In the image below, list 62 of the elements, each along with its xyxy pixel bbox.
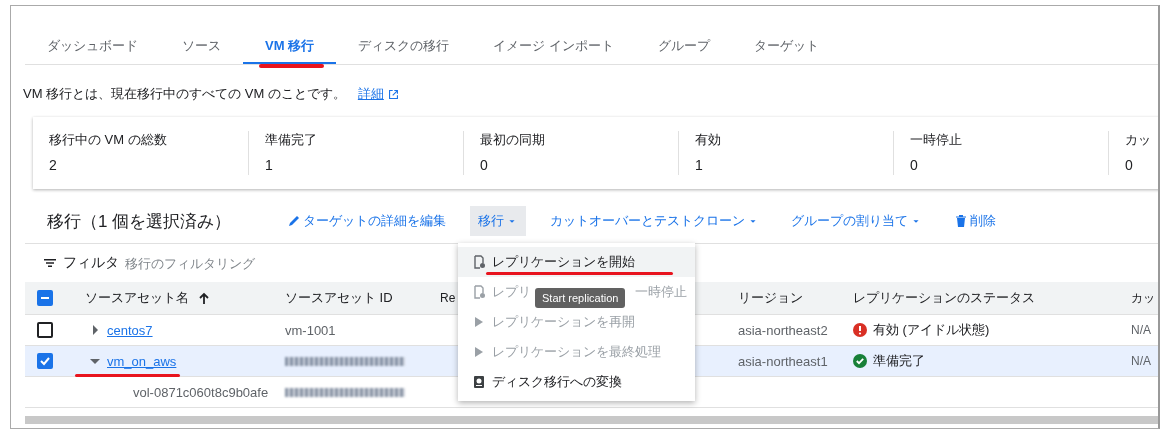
tab[interactable]: グループ (635, 30, 732, 64)
column-header[interactable]: ソースアセット名 (85, 289, 189, 307)
pencil-icon (287, 214, 302, 228)
dropdown-button[interactable]: カットオーバーとテストクローン (542, 206, 768, 236)
column-header[interactable]: レプリケーションのステータス (853, 289, 1035, 307)
stat-label: カッ (1125, 131, 1152, 149)
horizontal-scrollbar[interactable] (25, 416, 1158, 424)
tooltip: Start replication (535, 288, 626, 308)
checkbox[interactable] (37, 290, 53, 306)
column-header[interactable]: Re (440, 291, 456, 305)
table-cell: N/A (1131, 323, 1151, 337)
tab[interactable]: ターゲット (731, 30, 841, 64)
table-cell: vm-1001 (285, 322, 336, 338)
stat-label: 準備完了 (265, 131, 318, 149)
status-text: 有効 (アイドル状態) (873, 321, 990, 339)
table-cell: N/A (1131, 354, 1151, 368)
stat-label: 有効 (695, 131, 722, 149)
error-icon (853, 323, 867, 337)
sort-arrow-icon[interactable] (197, 291, 211, 305)
details-link[interactable]: 詳細 (357, 85, 399, 103)
tab[interactable]: ディスクの移行 (336, 30, 472, 64)
document-icon (472, 285, 486, 299)
filter-icon[interactable] (43, 256, 57, 270)
stat-value: 1 (695, 157, 704, 173)
document-icon (472, 255, 486, 269)
trash-icon (954, 214, 969, 228)
action-button[interactable]: ターゲットの詳細を編集 (279, 206, 455, 236)
column-header[interactable]: リージョン (738, 289, 803, 307)
check-circle-icon (853, 354, 867, 368)
menu-item[interactable]: レプリケーションを開始 (458, 247, 695, 277)
tab[interactable]: VM 移行 (243, 30, 337, 64)
asset-link[interactable]: vm_on_aws (107, 353, 177, 369)
checkbox[interactable] (37, 322, 53, 338)
filter-label: フィルタ (63, 254, 119, 272)
section-title: 移行（1 個を選択済み） (46, 210, 233, 233)
action-button[interactable]: 削除 (946, 206, 1005, 236)
stat-value: 1 (265, 157, 274, 173)
tab[interactable]: イメージ インポート (471, 30, 636, 64)
menu-item[interactable]: ディスク移行への変換 (458, 367, 695, 397)
checkmark-icon (39, 355, 51, 367)
table-cell: asia-northeast2 (738, 322, 828, 338)
stat-value: 0 (480, 157, 489, 173)
stat-value: 2 (49, 157, 58, 173)
table-cell: vol-0871c060t8c9b0afe (133, 384, 269, 400)
tab[interactable]: ソース (160, 30, 243, 64)
external-link-icon (387, 88, 399, 100)
dropdown-button[interactable]: 移行 (470, 206, 527, 236)
dropdown-button[interactable]: グループの割り当て (783, 206, 931, 236)
description-text: VM 移行とは、現在移行中のすべての VM のことです。 (23, 85, 346, 103)
asset-link[interactable]: centos7 (107, 322, 153, 338)
stat-value: 0 (910, 157, 919, 173)
filter-field[interactable]: 移行のフィルタリング (125, 255, 325, 271)
column-header[interactable]: カッ (1131, 289, 1155, 307)
stat-label: 一時停止 (910, 131, 963, 149)
tab[interactable]: ダッシュボード (25, 30, 160, 64)
column-header[interactable]: ソースアセット ID (285, 289, 393, 307)
stat-value: 0 (1125, 157, 1134, 173)
stat-label: 最初の同期 (480, 131, 546, 149)
checkbox[interactable] (37, 353, 53, 369)
stat-label: 移行中の VM の総数 (49, 131, 168, 149)
table-cell: asia-northeast1 (738, 353, 828, 369)
status-text: 準備完了 (873, 352, 925, 370)
